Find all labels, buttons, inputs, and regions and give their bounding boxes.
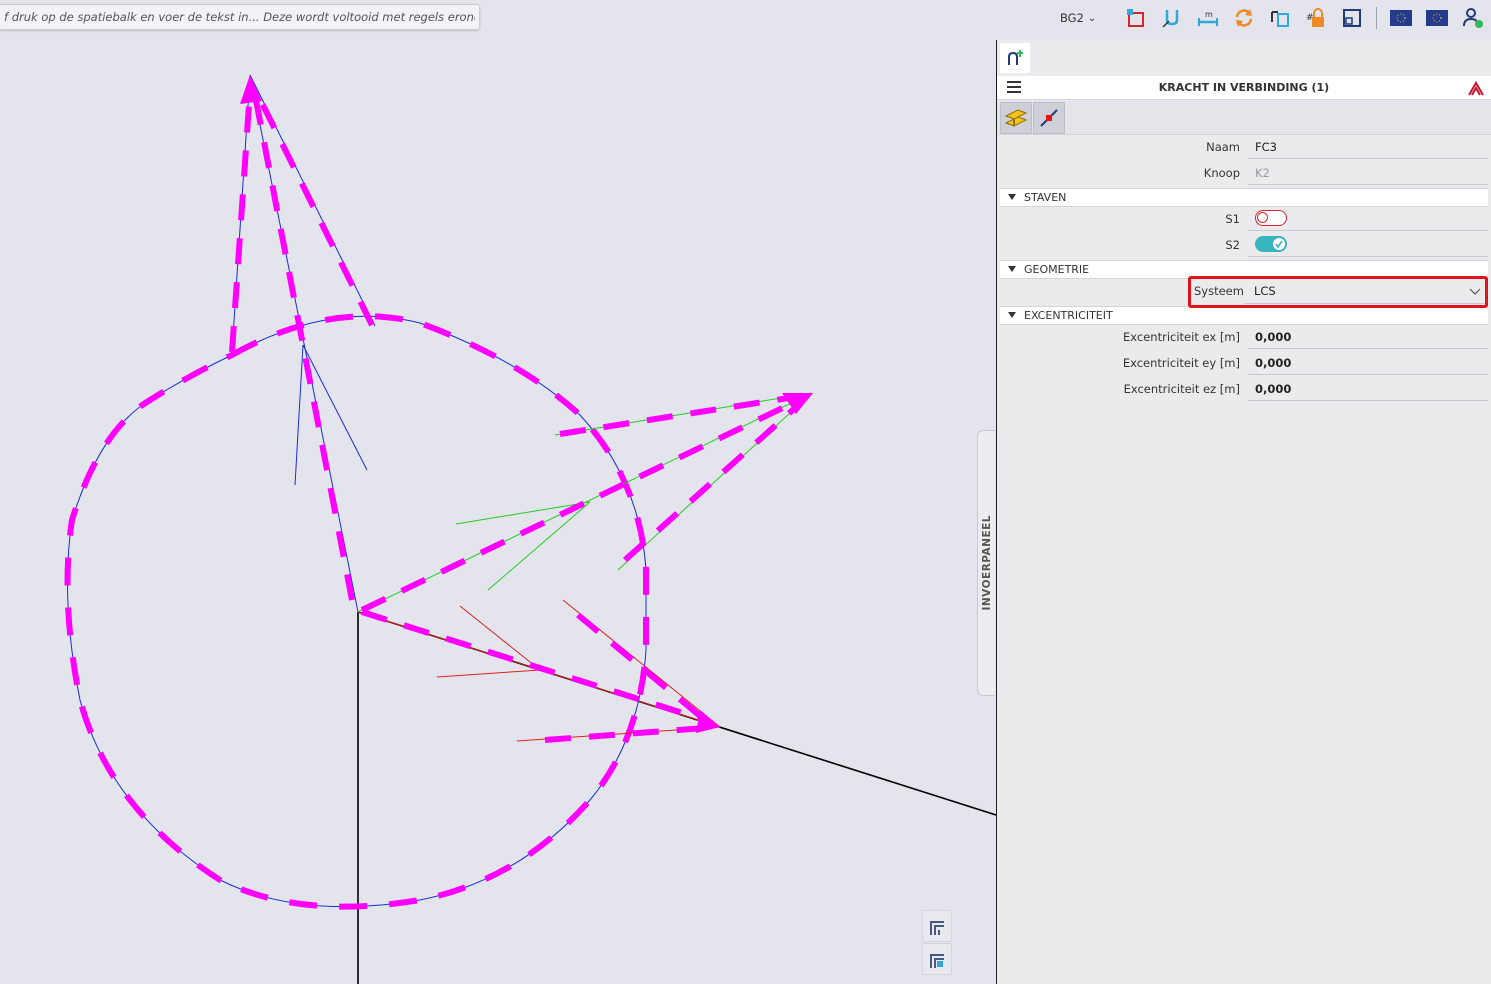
view-frame-button-2[interactable] bbox=[922, 943, 952, 975]
eurocode-flag-icon[interactable] bbox=[1426, 7, 1449, 29]
dimension-icon[interactable]: m bbox=[1197, 7, 1219, 29]
s2-label: S2 bbox=[1225, 238, 1240, 252]
eurocode-flag-icon[interactable] bbox=[1390, 7, 1413, 29]
property-row-knoop: Knoop K2 bbox=[1000, 160, 1488, 186]
model-icon[interactable] bbox=[1269, 7, 1291, 29]
app-logo-icon bbox=[1000, 43, 1030, 73]
x-axis-line bbox=[436, 669, 541, 678]
moment-circle bbox=[67, 315, 647, 908]
panel-title: KRACHT IN VERBINDING (1) bbox=[1158, 81, 1330, 94]
section-staven[interactable]: STAVEN bbox=[1000, 188, 1488, 207]
command-line[interactable] bbox=[0, 4, 480, 30]
input-panel-tab-label: INVOERPANEEL bbox=[980, 515, 993, 611]
section-title: GEOMETRIE bbox=[1024, 263, 1090, 276]
property-row-ex: Excentriciteit ex [m] 0,000 bbox=[1000, 324, 1488, 350]
view-icon[interactable] bbox=[1341, 7, 1363, 29]
property-row-ey: Excentriciteit ey [m] 0,000 bbox=[1000, 350, 1488, 376]
svg-text:m: m bbox=[1205, 10, 1213, 19]
y-arrow-head bbox=[782, 393, 813, 414]
chevron-down-icon[interactable] bbox=[1469, 285, 1481, 297]
drawing-canvas[interactable] bbox=[0, 0, 996, 984]
ey-label: Excentriciteit ey [m] bbox=[1122, 356, 1240, 370]
y-arrow-dash bbox=[623, 405, 797, 563]
s1-label: S1 bbox=[1225, 212, 1240, 226]
ex-label: Excentriciteit ex [m] bbox=[1123, 330, 1240, 344]
systeem-label: Systeem bbox=[1194, 284, 1244, 298]
frame-icon bbox=[930, 921, 944, 935]
connection-icon bbox=[1040, 109, 1058, 127]
load-group-selector[interactable]: BG2 ⌄ bbox=[1060, 11, 1096, 25]
collapse-arrow-icon bbox=[1008, 194, 1016, 200]
ez-field[interactable]: 0,000 bbox=[1248, 376, 1488, 401]
input-panel-tab[interactable]: INVOERPANEEL bbox=[977, 430, 995, 696]
tab-connection[interactable] bbox=[1033, 102, 1065, 134]
systeem-select[interactable]: Systeem LCS bbox=[1188, 276, 1488, 308]
s2-toggle[interactable] bbox=[1255, 236, 1287, 252]
collapse-icon[interactable] bbox=[1467, 79, 1485, 97]
model-view[interactable] bbox=[0, 0, 996, 984]
load-group-label: BG2 bbox=[1060, 11, 1084, 25]
ey-field[interactable]: 0,000 bbox=[1248, 350, 1488, 375]
ex-field[interactable]: 0,000 bbox=[1248, 324, 1488, 349]
x-arrow-dash bbox=[361, 609, 706, 723]
structure-icon[interactable] bbox=[1125, 7, 1147, 29]
collapse-arrow-icon bbox=[1008, 266, 1016, 272]
refresh-icon[interactable] bbox=[1233, 7, 1255, 29]
user-icon[interactable] bbox=[1462, 7, 1484, 29]
member-row-s2: S2 bbox=[1000, 232, 1488, 258]
knoop-field: K2 bbox=[1248, 160, 1488, 185]
support-icon[interactable] bbox=[1161, 7, 1183, 29]
property-row-naam: Naam FC3 bbox=[1000, 134, 1488, 160]
knoop-label: Knoop bbox=[1203, 166, 1240, 180]
svg-text:#: # bbox=[1306, 13, 1314, 23]
member-row-s1: S1 bbox=[1000, 206, 1488, 232]
s2-field bbox=[1248, 232, 1488, 257]
lock-icon[interactable]: # bbox=[1305, 7, 1327, 29]
property-row-ez: Excentriciteit ez [m] 0,000 bbox=[1000, 376, 1488, 402]
x-arrow-head bbox=[696, 710, 720, 733]
section-title: EXCENTRICITEIT bbox=[1024, 309, 1113, 322]
s1-toggle[interactable] bbox=[1255, 210, 1287, 226]
panel-header: KRACHT IN VERBINDING (1) bbox=[997, 76, 1491, 100]
panel-tabs bbox=[997, 101, 1491, 135]
naam-label: Naam bbox=[1206, 140, 1240, 154]
s1-field bbox=[1248, 206, 1488, 231]
ez-label: Excentriciteit ez [m] bbox=[1123, 382, 1240, 396]
top-toolbar: BG2 ⌄ m # bbox=[1060, 4, 1491, 32]
x-axis-line bbox=[459, 605, 541, 671]
command-input[interactable] bbox=[0, 5, 479, 29]
systeem-value: LCS bbox=[1254, 284, 1276, 298]
section-excentriciteit[interactable]: EXCENTRICITEIT bbox=[1000, 306, 1488, 325]
collapse-arrow-icon bbox=[1008, 312, 1016, 318]
beam-icon bbox=[1004, 109, 1028, 127]
z-arrow-head bbox=[240, 75, 262, 104]
y-axis-line bbox=[487, 501, 591, 591]
frame-icon bbox=[930, 954, 944, 968]
z-axis-line bbox=[294, 344, 304, 486]
tab-beam[interactable] bbox=[1000, 102, 1032, 134]
moment-dashed-circle bbox=[64, 313, 649, 910]
naam-field[interactable]: FC3 bbox=[1248, 134, 1488, 159]
toolbar-separator bbox=[1376, 7, 1378, 29]
properties-panel: KRACHT IN VERBINDING (1) Naam FC3 Knoop … bbox=[996, 40, 1491, 984]
view-frame-button[interactable] bbox=[922, 910, 952, 942]
check-icon bbox=[1273, 238, 1285, 250]
section-title: STAVEN bbox=[1024, 191, 1067, 204]
chevron-down-icon: ⌄ bbox=[1087, 12, 1097, 24]
